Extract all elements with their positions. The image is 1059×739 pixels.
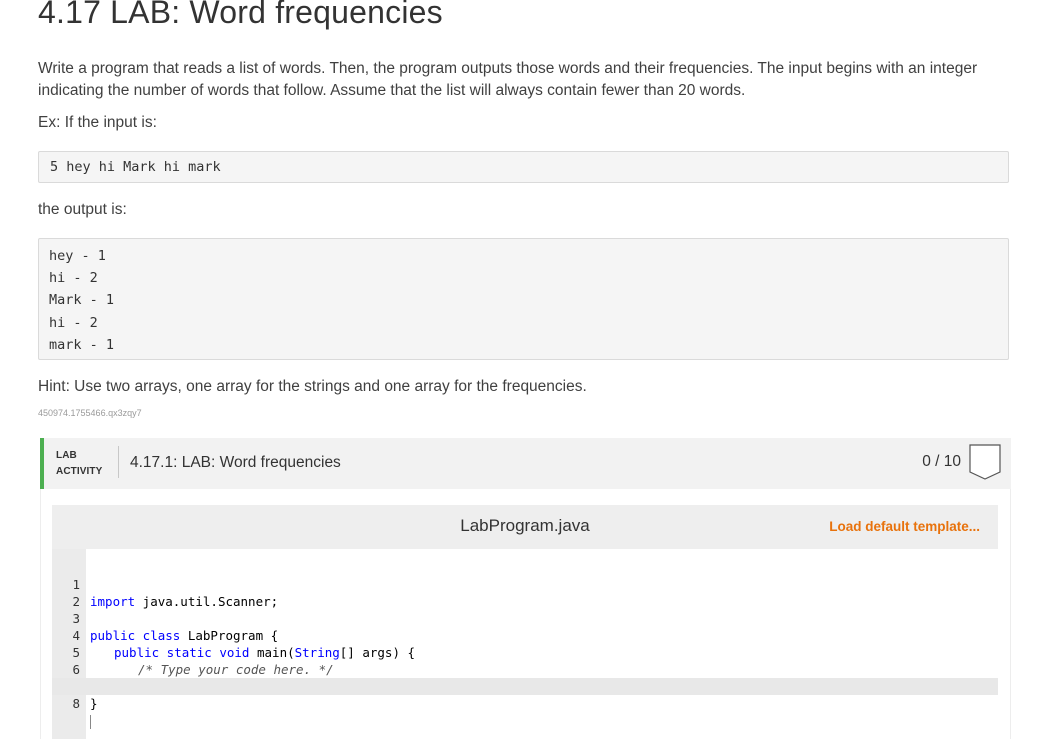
output-line: hi - 2	[49, 312, 998, 334]
output-line: Mark - 1	[49, 289, 998, 311]
example-input-label: Ex: If the input is:	[38, 112, 157, 134]
lab-activity-tag: LAB ACTIVITY	[56, 448, 102, 480]
code-line[interactable]: 5 /* Type your code here. */	[52, 627, 998, 644]
code-line[interactable]: 6 }	[52, 644, 998, 661]
output-line: mark - 1	[49, 334, 998, 356]
text-cursor	[90, 715, 91, 729]
lab-tag-line-1: LAB	[56, 448, 102, 464]
output-line: hi - 2	[49, 267, 998, 289]
page-title: 4.17 LAB: Word frequencies	[38, 0, 443, 31]
lab-tag-line-2: ACTIVITY	[56, 464, 102, 480]
code-line-active[interactable]: 8	[52, 678, 998, 695]
completion-badge-icon	[969, 444, 1001, 480]
output-line: hey - 1	[49, 245, 998, 267]
example-input-box: 5 hey hi Mark hi mark	[38, 151, 1009, 183]
description-line-1: Write a program that reads a list of wor…	[38, 58, 977, 80]
activity-code-id: 450974.1755466.qx3zqy7	[38, 408, 142, 418]
code-line[interactable]: 4 public static void main(String[] args)…	[52, 610, 998, 627]
code-editor[interactable]: 1 import java.util.Scanner; 2 3 public c…	[52, 549, 998, 739]
lab-score: 0 / 10	[922, 453, 961, 471]
editor-header: LabProgram.java Load default template...	[52, 505, 998, 549]
load-default-template-link[interactable]: Load default template...	[829, 519, 980, 534]
hint-text: Hint: Use two arrays, one array for the …	[38, 376, 587, 398]
lab-activity-name: 4.17.1: LAB: Word frequencies	[130, 454, 341, 472]
description-line-2: indicating the number of words that foll…	[38, 80, 977, 102]
example-output-label: the output is:	[38, 199, 127, 221]
line-number: 8	[52, 695, 80, 712]
code-line[interactable]: 7 }	[52, 661, 998, 678]
example-output-box: hey - 1 hi - 2 Mark - 1 hi - 2 mark - 1	[38, 238, 1009, 360]
lab-header-divider	[118, 446, 119, 478]
code-line[interactable]: 1 import java.util.Scanner;	[52, 559, 998, 576]
code-line[interactable]: 2	[52, 576, 998, 593]
lab-activity-header: LAB ACTIVITY 4.17.1: LAB: Word frequenci…	[40, 438, 1011, 489]
problem-description: Write a program that reads a list of wor…	[38, 58, 977, 102]
code-text: }	[90, 695, 98, 712]
code-line[interactable]: 3 public class LabProgram {	[52, 593, 998, 610]
